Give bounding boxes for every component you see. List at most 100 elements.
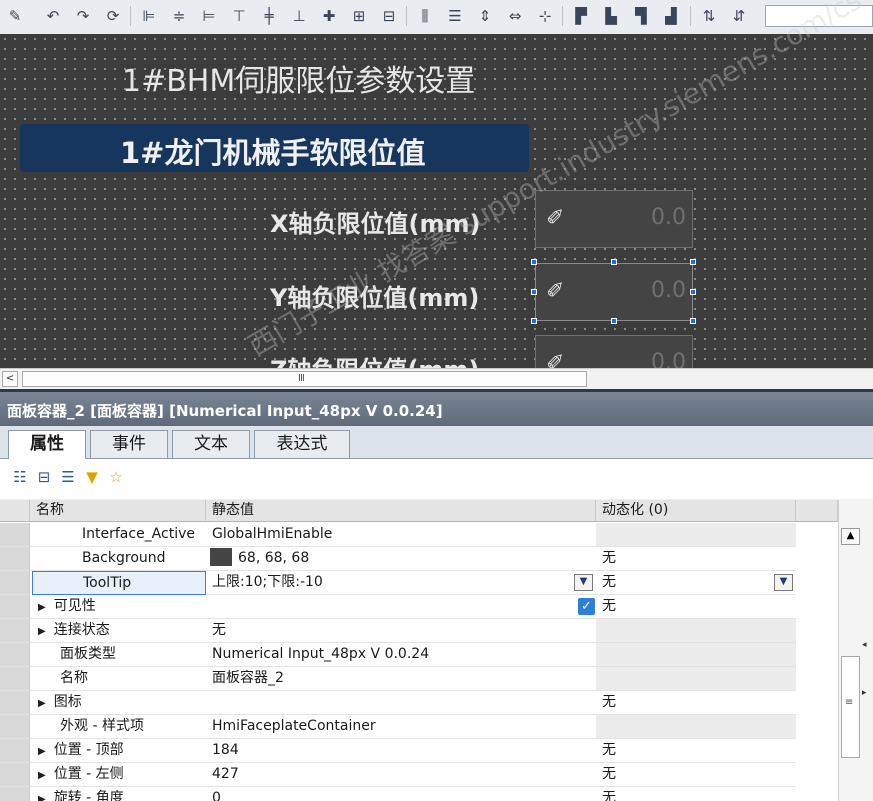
tab-texts[interactable]: 文本 — [172, 430, 250, 458]
color-swatch[interactable] — [210, 547, 232, 566]
tab-expressions[interactable]: 表达式 — [254, 430, 350, 458]
screen-title[interactable]: 1#BHM伺服限位参数设置 — [122, 56, 475, 100]
x-axis-label[interactable]: X轴负限位值(mm) — [270, 204, 480, 239]
tab-events[interactable]: 事件 — [90, 430, 168, 458]
property-static-value[interactable]: GlobalHmiEnable — [206, 523, 596, 547]
list-view-icon[interactable]: ☷ — [10, 467, 30, 487]
distribute-vertical-icon[interactable]: ☰ — [444, 5, 466, 27]
forward-icon[interactable]: ▜ — [630, 5, 652, 27]
tab-properties[interactable]: 属性 — [8, 430, 86, 459]
resize-handle-s[interactable] — [611, 318, 617, 324]
scroll-up-arrow-icon[interactable]: ▲ — [841, 528, 860, 545]
column-header-dynamic[interactable]: 动态化 (0) — [596, 500, 796, 522]
bring-front-icon[interactable]: ▛ — [570, 5, 592, 27]
table-row[interactable]: ▶ 旋转 - 角度 0 无 — [0, 787, 838, 801]
scroll-left-arrow-icon[interactable]: < — [2, 371, 18, 387]
screen-canvas[interactable]: 1#BHM伺服限位参数设置 1#龙门机械手软限位值 X轴负限位值(mm) ✐ 0… — [0, 34, 873, 368]
z-axis-numeric-input[interactable]: ✐ 0.0 — [535, 335, 693, 368]
chevron-down-icon[interactable]: ▼ — [574, 574, 593, 591]
send-back-icon[interactable]: ▙ — [600, 5, 622, 27]
filter-icon[interactable]: ▼ — [82, 467, 102, 487]
resize-handle-sw[interactable] — [531, 318, 537, 324]
table-row[interactable]: 名称 面板容器_2 — [0, 667, 838, 691]
y-axis-numeric-input-selected[interactable]: ✐ 0.0 — [535, 263, 693, 321]
equal-size-icon[interactable]: ⊹ — [534, 5, 556, 27]
expand-icon[interactable]: ▶ — [38, 698, 46, 709]
property-static-value[interactable] — [206, 691, 596, 715]
resize-handle-n[interactable] — [611, 259, 617, 265]
property-dynamic-value[interactable]: 无 — [596, 547, 796, 571]
z-axis-label[interactable]: Z轴负限位值(mm) — [270, 350, 479, 368]
rotate-right-icon[interactable]: ↷ — [72, 5, 94, 27]
table-row[interactable]: ▶ 位置 - 顶部 184 无 — [0, 739, 838, 763]
group-icon[interactable]: ⇅ — [698, 5, 720, 27]
table-row[interactable]: ▶ 连接状态 无 — [0, 619, 838, 643]
scrollbar-thumb[interactable]: Ⅲ — [22, 371, 587, 387]
property-dynamic-value[interactable]: 无 — [596, 787, 796, 801]
resize-handle-ne[interactable] — [690, 259, 696, 265]
align-right-icon[interactable]: ⊨ — [198, 5, 220, 27]
grid-vertical-scrollbar[interactable]: ▲ ≡ — [838, 500, 873, 801]
rotate-left-icon[interactable]: ↶ — [42, 5, 64, 27]
ungroup-icon[interactable]: ⇵ — [728, 5, 750, 27]
property-static-value[interactable]: 无 — [206, 619, 596, 643]
resize-handle-w[interactable] — [531, 289, 537, 295]
table-row-selected[interactable]: ToolTip 上限:10;下限:-10 ▼ 无 ▼ — [0, 571, 838, 595]
property-static-value[interactable]: 0 — [206, 787, 596, 801]
y-axis-label[interactable]: Y轴负限位值(mm) — [270, 278, 479, 313]
checkbox-checked-icon[interactable]: ✓ — [578, 598, 595, 615]
backward-icon[interactable]: ▟ — [660, 5, 682, 27]
property-static-value[interactable]: HmiFaceplateContainer — [206, 715, 596, 739]
canvas-horizontal-scrollbar[interactable]: < Ⅲ — [0, 368, 873, 390]
equal-height-icon[interactable]: ⇕ — [474, 5, 496, 27]
property-dynamic-value[interactable]: 无 — [596, 691, 796, 715]
eraser-icon[interactable]: ✎ — [4, 5, 26, 27]
table-row[interactable]: ▶ 位置 - 左侧 427 无 — [0, 763, 838, 787]
favorite-icon[interactable]: ☆ — [106, 467, 126, 487]
table-row[interactable]: 外观 - 样式项 HmiFaceplateContainer — [0, 715, 838, 739]
resize-handle-se[interactable] — [690, 318, 696, 324]
scrollbar-thumb[interactable]: ≡ — [841, 656, 860, 758]
column-header-name[interactable]: 名称 — [30, 500, 206, 522]
align-left-icon[interactable]: ⊫ — [138, 5, 160, 27]
property-static-value[interactable]: 427 — [206, 763, 596, 787]
expand-icon[interactable]: ▶ — [38, 746, 46, 757]
panel-expand-icon[interactable]: ▸ — [862, 688, 867, 698]
equal-width-icon[interactable]: ⇔ — [504, 5, 526, 27]
column-header-static[interactable]: 静态值 — [206, 500, 596, 522]
property-dynamic-value[interactable]: 无 — [596, 739, 796, 763]
expand-icon[interactable]: ▶ — [38, 770, 46, 781]
table-row[interactable]: ▶ 图标 无 — [0, 691, 838, 715]
expand-icon[interactable]: ▶ — [38, 626, 46, 637]
toolbar-input[interactable] — [765, 5, 873, 27]
expand-icon[interactable]: ▶ — [38, 794, 46, 801]
property-dynamic-value[interactable]: 无 — [596, 571, 796, 595]
section-bar[interactable]: 1#龙门机械手软限位值 — [20, 124, 529, 172]
chevron-down-icon[interactable]: ▼ — [774, 574, 793, 591]
table-row[interactable]: ▶ 可见性 ✓ 无 — [0, 595, 838, 619]
align-top-icon[interactable]: ⊤ — [228, 5, 250, 27]
property-static-value[interactable]: 上限:10;下限:-10 — [206, 571, 596, 595]
expand-icon[interactable]: ▶ — [38, 602, 46, 613]
property-static-value[interactable]: Numerical Input_48px V 0.0.24 — [206, 643, 596, 667]
table-row[interactable]: Background 68, 68, 68 无 — [0, 547, 838, 571]
property-static-value[interactable] — [206, 595, 596, 619]
table-row[interactable]: Interface_Active GlobalHmiEnable — [0, 523, 838, 547]
align-middle-icon[interactable]: ╪ — [258, 5, 280, 27]
align-center-icon[interactable]: ≑ — [168, 5, 190, 27]
property-static-value[interactable]: 184 — [206, 739, 596, 763]
redo-icon[interactable]: ⟳ — [102, 5, 124, 27]
align-bottom-icon[interactable]: ⊥ — [288, 5, 310, 27]
distribute-horizontal-icon[interactable]: ⫼ — [414, 5, 436, 27]
property-dynamic-value[interactable]: 无 — [596, 595, 796, 619]
resize-handle-e[interactable] — [690, 289, 696, 295]
resize-handle-nw[interactable] — [531, 259, 537, 265]
property-static-value[interactable]: 68, 68, 68 — [206, 547, 596, 571]
x-axis-numeric-input[interactable]: ✐ 0.0 — [535, 190, 693, 248]
move-center-icon[interactable]: ✚ — [318, 5, 340, 27]
property-static-value[interactable]: 面板容器_2 — [206, 667, 596, 691]
property-dynamic-value[interactable]: 无 — [596, 763, 796, 787]
table-row[interactable]: 面板类型 Numerical Input_48px V 0.0.24 — [0, 643, 838, 667]
group-view-icon[interactable]: ⊟ — [34, 467, 54, 487]
center-vertical-icon[interactable]: ⊟ — [378, 5, 400, 27]
